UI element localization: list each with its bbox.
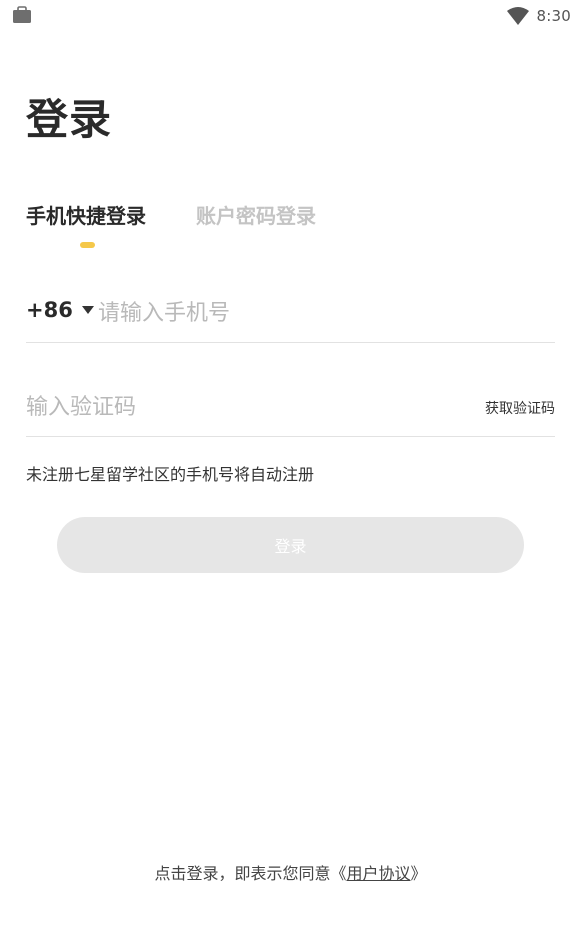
status-right-group: 8:30	[506, 4, 571, 28]
agreement-prefix: 点击登录，即表示您同意《	[154, 864, 347, 883]
phone-input[interactable]	[98, 298, 538, 328]
login-page: 8:30 登录 手机快捷登录 账户密码登录 +86 获取验证码 未注册七星留学社…	[0, 0, 581, 930]
country-code-selector[interactable]: +86	[26, 298, 94, 322]
login-button[interactable]: 登录	[57, 517, 524, 573]
tab-password-login[interactable]: 账户密码登录	[196, 200, 316, 229]
bag-icon	[13, 6, 31, 23]
register-hint: 未注册七星留学社区的手机号将自动注册	[26, 465, 315, 484]
verification-field-row: 获取验证码	[26, 382, 555, 437]
status-bar: 8:30	[0, 0, 581, 32]
active-tab-indicator	[80, 242, 95, 248]
page-title: 登录	[26, 95, 113, 144]
verification-code-input[interactable]	[26, 392, 406, 422]
country-code-label: +86	[26, 298, 73, 322]
phone-field-row: +86	[26, 288, 555, 343]
agreement-text: 点击登录，即表示您同意《用户协议》	[0, 860, 581, 884]
get-code-button[interactable]: 获取验证码	[485, 398, 555, 418]
caret-down-icon	[81, 306, 94, 314]
wifi-icon	[506, 7, 529, 25]
login-tabs: 手机快捷登录 账户密码登录	[26, 200, 566, 260]
agreement-suffix: 》	[410, 864, 427, 883]
status-time: 8:30	[536, 7, 571, 25]
tab-phone-login[interactable]: 手机快捷登录	[26, 200, 146, 229]
user-agreement-link[interactable]: 用户协议	[346, 864, 410, 883]
